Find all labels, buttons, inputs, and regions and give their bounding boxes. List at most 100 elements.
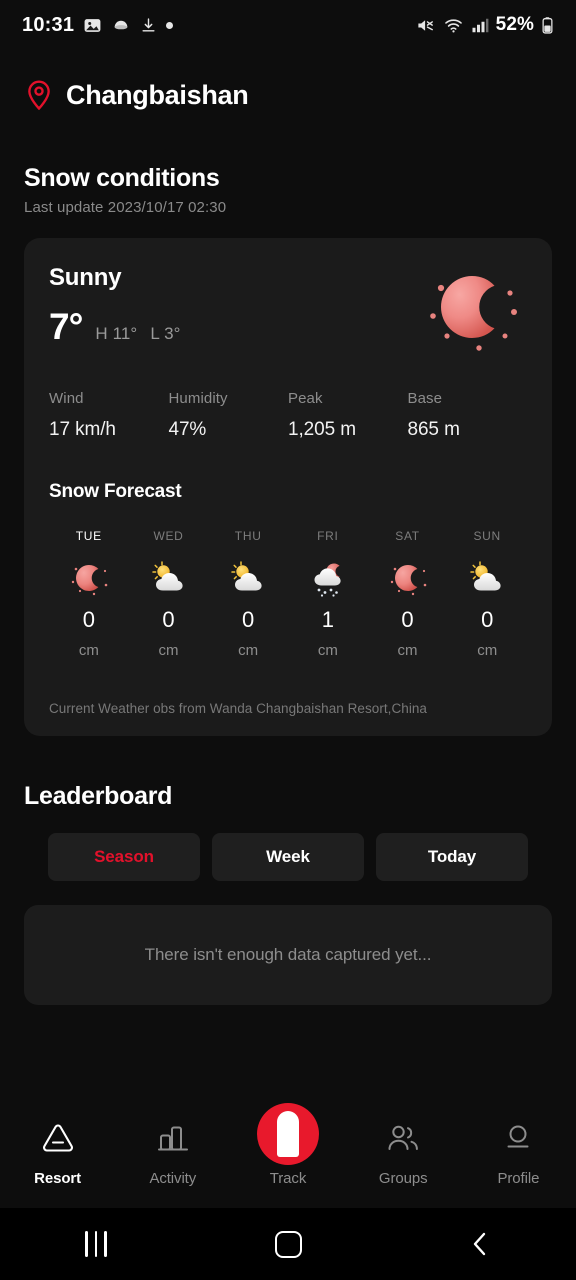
temperature-row: 7° H 11° L 3° bbox=[49, 306, 417, 348]
track-record-icon bbox=[257, 1103, 319, 1165]
weather-stats: Wind 17 km/h Humidity 47% Peak 1,205 m B… bbox=[49, 390, 527, 441]
forecast-value: 0 bbox=[481, 607, 494, 632]
forecast-day: SUN 0 cm bbox=[447, 529, 527, 659]
forecast-unit: cm bbox=[317, 642, 338, 659]
mountain-icon bbox=[38, 1116, 78, 1160]
nav-item-activity[interactable]: Activity bbox=[115, 1116, 230, 1187]
resort-header[interactable]: Changbaishan bbox=[0, 50, 576, 122]
bar-chart-icon bbox=[154, 1116, 192, 1160]
nav-item-resort[interactable]: Resort bbox=[0, 1116, 115, 1187]
track-fab[interactable] bbox=[257, 1103, 319, 1165]
stat-value: 865 m bbox=[407, 419, 460, 440]
page-title: Snow conditions bbox=[24, 164, 220, 192]
stat-humidity: Humidity 47% bbox=[169, 390, 289, 441]
tab-week[interactable]: Week bbox=[212, 833, 364, 881]
recents-glyph bbox=[85, 1231, 107, 1257]
nav-label: Activity bbox=[149, 1170, 197, 1187]
snow-forecast-title: Snow Forecast bbox=[49, 481, 182, 502]
nav-label: Profile bbox=[497, 1170, 540, 1187]
sun-behind-cloud-icon bbox=[146, 557, 192, 599]
condition-label: Sunny bbox=[49, 264, 122, 291]
mute-icon bbox=[418, 19, 433, 31]
nav-item-profile[interactable]: Profile bbox=[461, 1116, 576, 1187]
snow-conditions-header: Snow conditions Last update 2023/10/17 0… bbox=[0, 122, 576, 216]
stat-value: 47% bbox=[168, 419, 207, 440]
leaderboard-tabs: Season Week Today bbox=[0, 811, 576, 881]
nav-label: Groups bbox=[378, 1170, 428, 1187]
forecast-day-label: TUE bbox=[75, 529, 102, 543]
snow-cloud-moon-icon bbox=[305, 557, 351, 599]
nav-item-groups[interactable]: Groups bbox=[346, 1116, 461, 1187]
forecast-value: 0 bbox=[401, 607, 414, 632]
forecast-day: WED 0 cm bbox=[129, 529, 209, 659]
forecast-day: SAT 0 cm bbox=[368, 529, 448, 659]
dot-icon bbox=[166, 21, 174, 29]
forecast-day: TUE 0 cm bbox=[49, 529, 129, 659]
location-pin-icon bbox=[24, 79, 54, 111]
forecast-value: 0 bbox=[242, 607, 255, 632]
status-bar-left: 10:31 bbox=[22, 13, 174, 37]
current-conditions-text: Sunny 7° H 11° L 3° bbox=[49, 264, 417, 348]
weather-source-note: Current Weather obs from Wanda Changbais… bbox=[49, 701, 427, 716]
people-icon bbox=[383, 1116, 423, 1160]
current-conditions: Sunny 7° H 11° L 3° bbox=[49, 264, 527, 360]
stat-label: Peak bbox=[288, 390, 323, 407]
track-fab-inner bbox=[277, 1111, 299, 1157]
forecast-unit: cm bbox=[477, 642, 498, 659]
recents-icon[interactable] bbox=[0, 1231, 192, 1257]
low-temperature: L 3° bbox=[150, 324, 181, 343]
image-icon bbox=[84, 18, 101, 32]
battery-icon bbox=[542, 16, 553, 34]
system-navigation-bar bbox=[0, 1208, 576, 1280]
forecast-day-label: THU bbox=[234, 529, 262, 543]
forecast-day-label: WED bbox=[153, 529, 184, 543]
stat-label: Base bbox=[407, 390, 443, 407]
battery-percent-label: 52% bbox=[495, 14, 534, 35]
stat-label: Wind bbox=[49, 390, 84, 407]
status-bar: 10:31 52% bbox=[0, 0, 576, 50]
forecast-day: FRI 1 cm bbox=[288, 529, 368, 659]
sun-behind-cloud-icon bbox=[464, 557, 510, 599]
tab-today[interactable]: Today bbox=[376, 833, 528, 881]
stat-value: 1,205 m bbox=[288, 419, 356, 440]
crescent-moon-icon bbox=[417, 260, 527, 360]
weather-card: Sunny 7° H 11° L 3° Wind 17 km/h Humidit… bbox=[24, 238, 552, 736]
forecast-day-label: SAT bbox=[395, 529, 420, 543]
status-bar-right: 52% bbox=[415, 14, 554, 36]
stat-peak: Peak 1,205 m bbox=[288, 390, 408, 441]
app-screen: 10:31 52% Changbaishan Snow conditions L… bbox=[0, 0, 576, 1280]
forecast-unit: cm bbox=[78, 642, 99, 659]
capsule-icon bbox=[114, 20, 128, 29]
forecast-value: 0 bbox=[82, 607, 95, 632]
home-glyph bbox=[274, 1230, 302, 1258]
forecast-day-label: FRI bbox=[317, 529, 339, 543]
forecast-unit: cm bbox=[238, 642, 259, 659]
snow-forecast-row: TUE 0 cm WED 0 cm THU 0 cm FRI 1 cm SAT … bbox=[49, 529, 527, 659]
forecast-day-label: SUN bbox=[473, 529, 501, 543]
leaderboard-empty-state: There isn't enough data captured yet... bbox=[24, 905, 552, 1005]
forecast-value: 1 bbox=[321, 607, 334, 632]
download-icon bbox=[142, 17, 155, 32]
stat-base: Base 865 m bbox=[408, 390, 528, 441]
tab-season[interactable]: Season bbox=[48, 833, 200, 881]
crescent-moon-icon bbox=[66, 557, 112, 599]
leaderboard-title: Leaderboard bbox=[24, 782, 173, 810]
leaderboard-header: Leaderboard bbox=[0, 736, 576, 811]
stat-value: 17 km/h bbox=[49, 419, 116, 440]
back-icon[interactable] bbox=[384, 1229, 576, 1259]
status-bar-clock: 10:31 bbox=[22, 13, 75, 36]
crescent-moon-icon bbox=[385, 557, 431, 599]
forecast-unit: cm bbox=[397, 642, 418, 659]
stat-wind: Wind 17 km/h bbox=[49, 390, 169, 441]
forecast-value: 0 bbox=[162, 607, 175, 632]
nav-label: Resort bbox=[34, 1170, 82, 1187]
wifi-icon bbox=[444, 18, 462, 32]
resort-name: Changbaishan bbox=[66, 79, 249, 110]
nav-item-track[interactable]: Track bbox=[230, 1103, 345, 1187]
stat-label: Humidity bbox=[168, 390, 228, 407]
home-icon[interactable] bbox=[192, 1230, 384, 1258]
forecast-day: THU 0 cm bbox=[208, 529, 288, 659]
person-icon bbox=[499, 1116, 537, 1160]
back-glyph bbox=[473, 1232, 486, 1256]
